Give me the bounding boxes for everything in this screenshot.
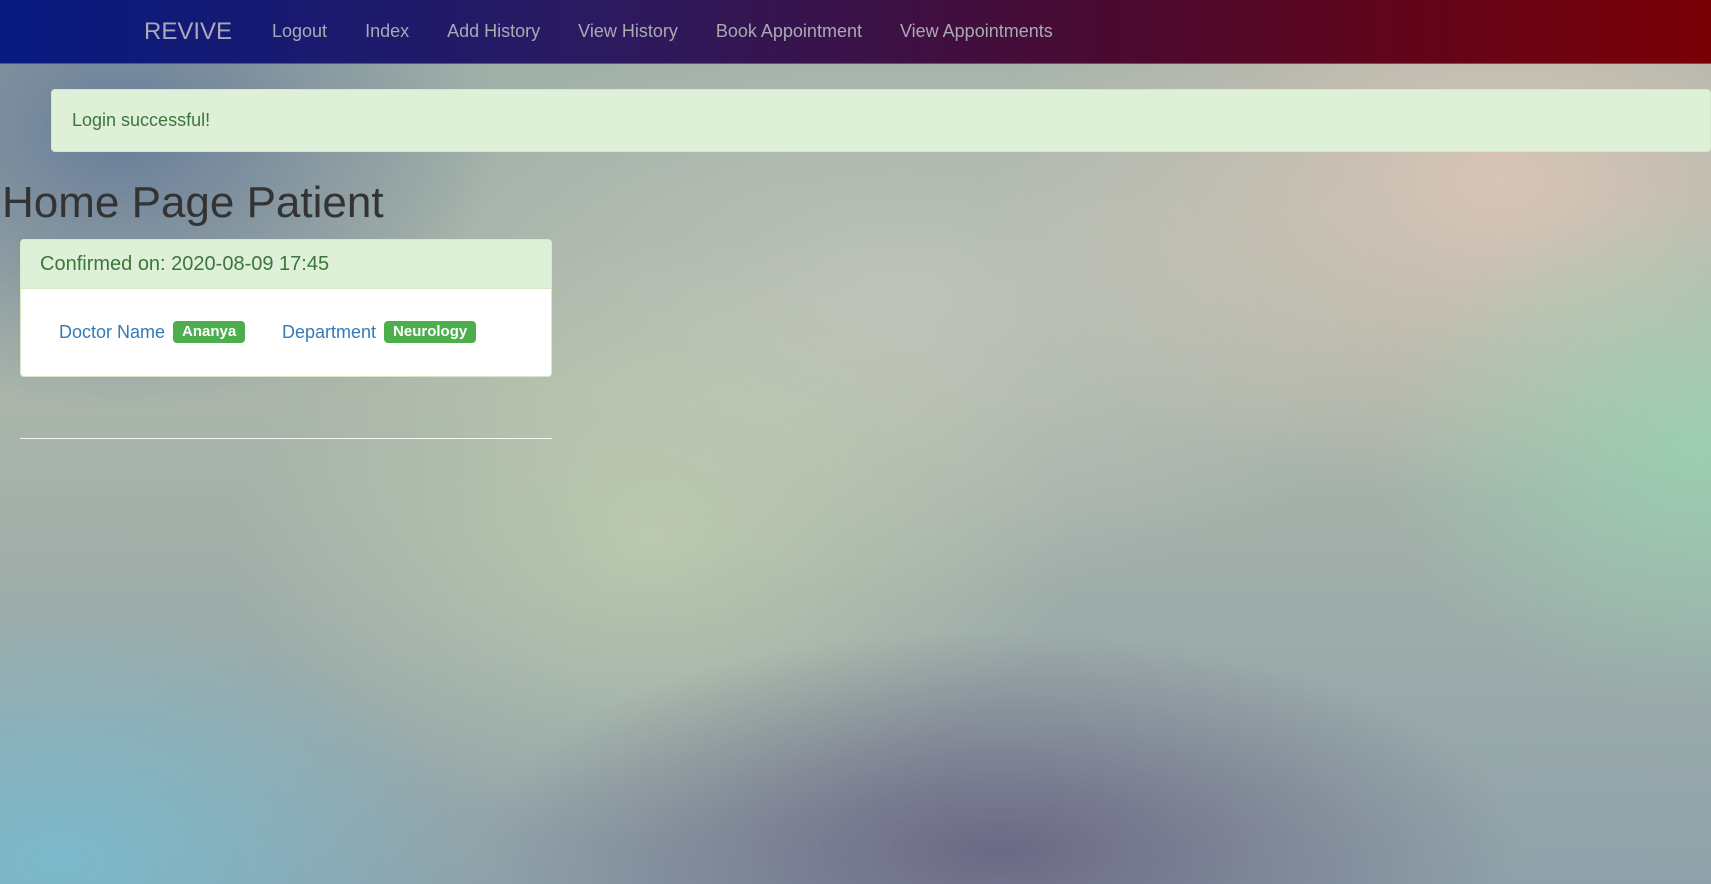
nav-item-view-appointments[interactable]: View Appointments	[881, 0, 1072, 63]
top-navbar: REVIVE Logout Index Add History View His…	[0, 0, 1711, 64]
appointment-card: Confirmed on: 2020-08-09 17:45 Doctor Na…	[20, 239, 552, 377]
horizontal-divider	[20, 438, 552, 439]
doctor-info: Doctor Name Ananya	[59, 320, 246, 344]
success-alert: Login successful!	[51, 89, 1711, 152]
doctor-name-label[interactable]: Doctor Name	[59, 322, 165, 343]
appointment-details: Doctor Name Ananya Department Neurology	[21, 289, 551, 376]
nav-item-logout[interactable]: Logout	[253, 0, 346, 63]
department-info: Department Neurology	[282, 320, 477, 344]
department-label[interactable]: Department	[282, 322, 376, 343]
department-badge: Neurology	[384, 321, 477, 343]
nav-item-add-history[interactable]: Add History	[428, 0, 559, 63]
nav-menu: Logout Index Add History View History Bo…	[253, 0, 1072, 63]
appointment-confirmed-heading: Confirmed on: 2020-08-09 17:45	[21, 240, 551, 289]
doctor-name-badge: Ananya	[173, 321, 246, 343]
nav-item-book-appointment[interactable]: Book Appointment	[697, 0, 881, 63]
brand-logo[interactable]: REVIVE	[144, 0, 232, 63]
nav-item-view-history[interactable]: View History	[559, 0, 697, 63]
nav-item-index[interactable]: Index	[346, 0, 428, 63]
page-title: Home Page Patient	[2, 178, 384, 227]
